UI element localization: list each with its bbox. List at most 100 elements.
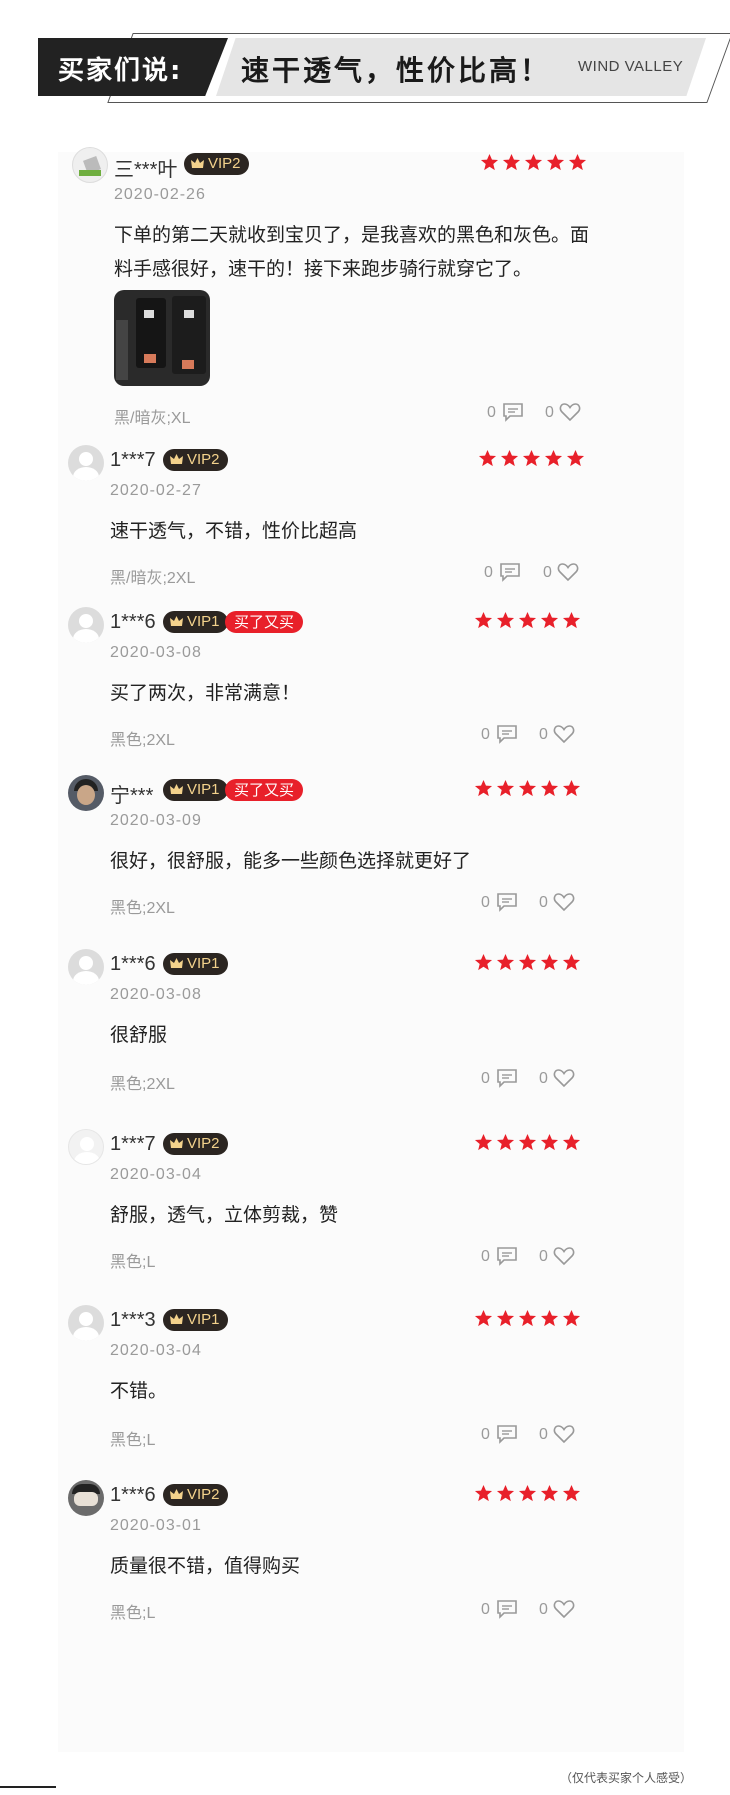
star-icon <box>540 953 559 971</box>
star-icon <box>474 1309 493 1327</box>
star-icon <box>496 611 515 629</box>
star-rating <box>478 449 588 469</box>
star-icon <box>518 779 537 797</box>
star-icon <box>568 153 587 171</box>
review-date: 2020-03-04 <box>110 1342 202 1359</box>
heart-icon[interactable] <box>553 1246 575 1266</box>
star-icon <box>496 953 515 971</box>
review-item: 1***3 VIP1 2020-03-04 不错。 黑色;L 0 0 <box>58 1305 684 1458</box>
bottom-divider <box>0 1786 56 1788</box>
heart-icon[interactable] <box>553 1068 575 1088</box>
vip-level: VIP2 <box>187 451 220 468</box>
review-text: 很舒服 <box>110 1024 168 1046</box>
disclaimer-note: （仅代表买家个人感受） <box>560 1771 693 1785</box>
comment-count: 0 <box>481 1426 490 1443</box>
review-date: 2020-03-01 <box>110 1517 202 1534</box>
review-photo[interactable] <box>114 290 210 386</box>
like-count: 0 <box>539 1601 548 1618</box>
heart-icon[interactable] <box>553 892 575 912</box>
comment-icon[interactable] <box>499 562 521 582</box>
heart-icon[interactable] <box>559 402 581 422</box>
banner-label: 买家们说: <box>58 56 183 86</box>
vip-level: VIP2 <box>208 155 241 172</box>
page: 买家们说: 速干透气，性价比高！ WIND VALLEY 三***叶 VIP2 … <box>0 0 730 1795</box>
review-date: 2020-02-26 <box>114 186 206 203</box>
reviewer-name: 宁*** <box>110 785 154 807</box>
crown-icon <box>170 1489 183 1499</box>
comment-icon[interactable] <box>496 1599 518 1619</box>
vip-badge: VIP1 <box>163 1309 228 1331</box>
star-rating <box>474 953 584 973</box>
like-count: 0 <box>539 1070 548 1087</box>
like-count: 0 <box>545 404 554 421</box>
like-count: 0 <box>539 726 548 743</box>
crown-icon <box>170 1138 183 1148</box>
vip-level: VIP1 <box>187 1311 220 1328</box>
user-photo-icon <box>68 775 104 811</box>
comment-icon[interactable] <box>502 402 524 422</box>
star-rating <box>474 779 584 799</box>
sku-info: 黑/暗灰;2XL <box>110 570 196 587</box>
vip-badge: VIP2 <box>163 449 228 471</box>
review-text: 舒服，透气，立体剪裁，赞 <box>110 1204 339 1226</box>
star-icon <box>496 779 515 797</box>
star-icon <box>540 779 559 797</box>
star-icon <box>518 1133 537 1151</box>
sku-info: 黑色;L <box>110 1254 156 1271</box>
review-date: 2020-03-09 <box>110 812 202 829</box>
star-icon <box>478 449 497 467</box>
star-rating <box>474 1484 584 1504</box>
star-icon <box>474 1484 493 1502</box>
reviewer-name: 1***7 <box>110 1133 156 1155</box>
star-icon <box>546 153 565 171</box>
heart-icon[interactable] <box>553 1424 575 1444</box>
sku-info: 黑色;2XL <box>110 900 175 917</box>
vip-badge: VIP1 <box>163 953 228 975</box>
heart-icon[interactable] <box>553 1599 575 1619</box>
star-icon <box>518 953 537 971</box>
section-banner: 买家们说: 速干透气，性价比高！ WIND VALLEY <box>38 33 730 103</box>
crown-icon <box>170 958 183 968</box>
star-icon <box>544 449 563 467</box>
crown-icon <box>191 158 204 168</box>
sku-info: 黑色;L <box>110 1432 156 1449</box>
default-avatar-icon <box>68 1129 104 1165</box>
comment-icon[interactable] <box>496 1424 518 1444</box>
star-icon <box>474 611 493 629</box>
comment-icon[interactable] <box>496 724 518 744</box>
vip-badge: VIP1 <box>163 779 228 801</box>
comment-count: 0 <box>481 1601 490 1618</box>
like-count: 0 <box>543 564 552 581</box>
crown-icon <box>170 454 183 464</box>
star-icon <box>496 1133 515 1151</box>
review-date: 2020-02-27 <box>110 482 202 499</box>
review-text: 下单的第二天就收到宝贝了，是我喜欢的黑色和灰色。面料手感很好，速干的！接下来跑步… <box>114 224 590 280</box>
star-icon <box>562 1484 581 1502</box>
crown-icon <box>170 1314 183 1324</box>
star-rating <box>474 1133 584 1153</box>
review-item: 三***叶 VIP2 2020-02-26 下单的第二天就收到宝贝了，是我喜欢的… <box>58 147 684 442</box>
star-icon <box>474 779 493 797</box>
reviewer-name: 1***7 <box>110 449 156 471</box>
comment-icon[interactable] <box>496 892 518 912</box>
review-item: 1***7 VIP2 2020-03-04 舒服，透气，立体剪裁，赞 黑色;L … <box>58 1129 684 1282</box>
heart-icon[interactable] <box>557 562 579 582</box>
heart-icon[interactable] <box>553 724 575 744</box>
star-icon <box>496 1309 515 1327</box>
review-item: 1***6 VIP1 买了又买 2020-03-08 买了两次，非常满意！ 黑色… <box>58 607 684 760</box>
vip-badge: VIP2 <box>163 1133 228 1155</box>
comment-count: 0 <box>484 564 493 581</box>
review-date: 2020-03-08 <box>110 986 202 1003</box>
star-icon <box>540 1133 559 1151</box>
star-icon <box>524 153 543 171</box>
star-icon <box>562 1133 581 1151</box>
comment-icon[interactable] <box>496 1246 518 1266</box>
review-text: 很好，很舒服，能多一些颜色选择就更好了 <box>110 850 472 872</box>
star-rating <box>474 611 584 631</box>
star-icon <box>562 611 581 629</box>
comment-icon[interactable] <box>496 1068 518 1088</box>
crown-icon <box>170 616 183 626</box>
vip-level: VIP2 <box>187 1135 220 1152</box>
buy-again-badge: 买了又买 <box>225 611 304 633</box>
star-icon <box>480 153 499 171</box>
